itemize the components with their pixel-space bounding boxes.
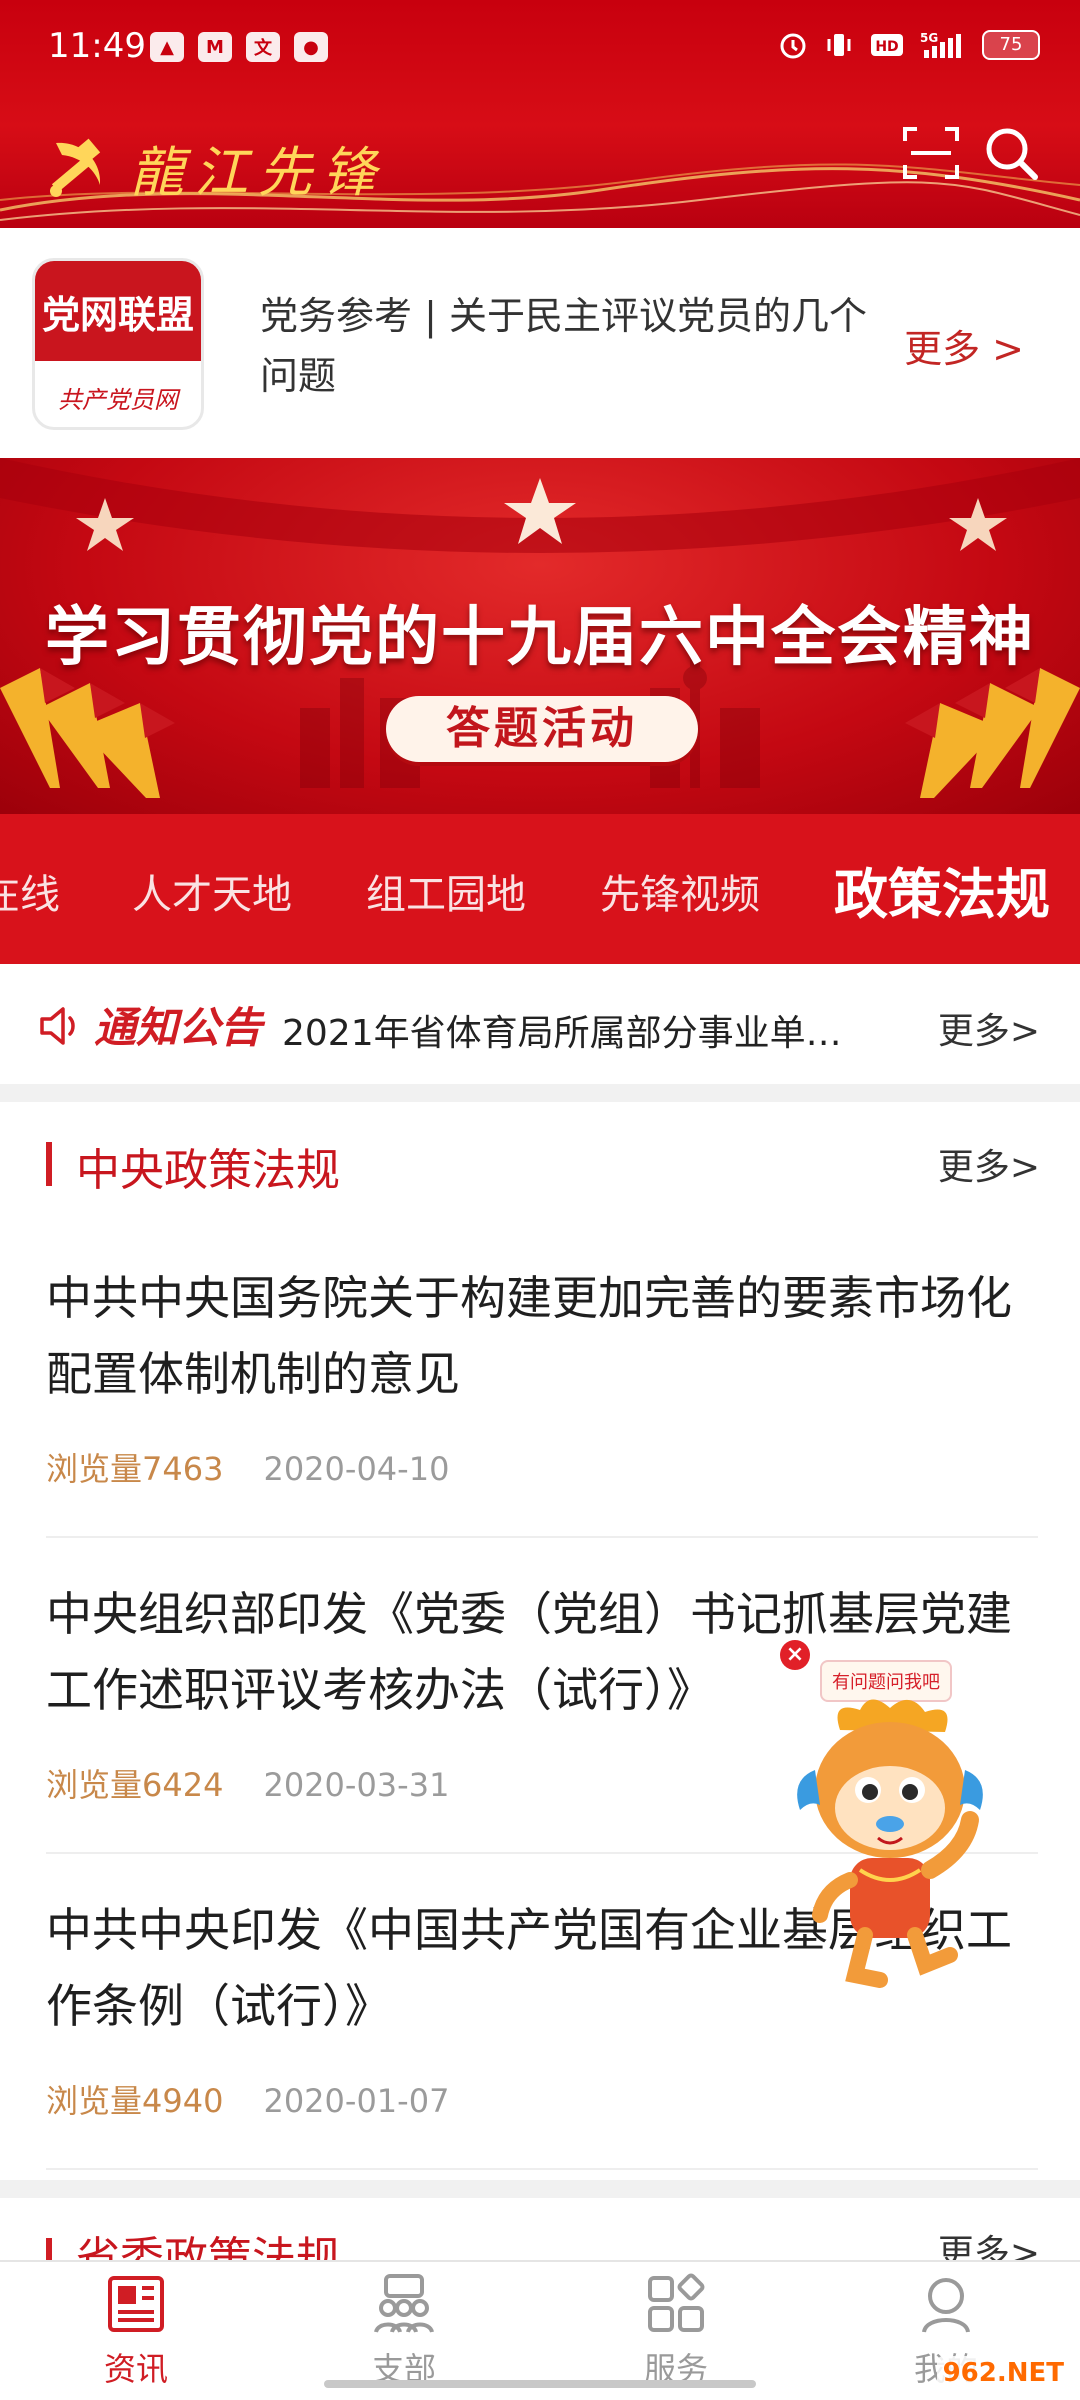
app-logo-text: 龍江先锋 xyxy=(130,141,386,204)
news-icon xyxy=(108,2276,164,2332)
dragon-mascot-icon xyxy=(797,1699,983,1988)
alarm-icon xyxy=(780,33,806,59)
scan-button[interactable] xyxy=(898,120,964,186)
section-accent-bar xyxy=(46,2238,52,2260)
notice-text[interactable]: 2021年省体育局所属部分事业单… xyxy=(282,1004,882,1056)
quiz-activity-button[interactable]: 答题活动 xyxy=(386,696,698,762)
article-date: 2020-04-10 xyxy=(263,1450,450,1488)
search-button[interactable] xyxy=(978,120,1044,186)
section-divider xyxy=(0,1084,1080,1102)
article-meta: 浏览量4940 2020-01-07 xyxy=(46,2076,449,2122)
article-views: 浏览量4940 xyxy=(46,2082,224,2120)
section-more-link[interactable]: 更多> xyxy=(938,1138,1040,1190)
notice-more-link[interactable]: 更多> xyxy=(938,1002,1040,1054)
notice-bar[interactable]: 通知公告 2021年省体育局所属部分事业单… 更多> xyxy=(0,964,1080,1084)
central-policy-section-header: 中央政策法规 更多> xyxy=(0,1102,1080,1222)
category-tab-bar: 在线 人才天地 组工园地 先锋视频 政策法规 xyxy=(0,814,1080,964)
section-accent-bar xyxy=(46,1142,52,1186)
notification-icons: ▲ M 文 ● xyxy=(150,32,328,62)
scan-icon xyxy=(903,127,959,179)
party-alliance-logo: 党网联盟 共产党员网 xyxy=(32,258,204,430)
article-date: 2020-01-07 xyxy=(263,2082,450,2120)
section-title: 省委政策法规 xyxy=(76,2233,340,2260)
metro-notification-icon: M xyxy=(198,32,232,62)
home-indicator[interactable] xyxy=(324,2380,756,2388)
svg-text:5G: 5G xyxy=(920,31,938,45)
nav-news[interactable]: 资讯 xyxy=(46,2272,226,2390)
gallery-notification-icon: ▲ xyxy=(150,32,184,62)
translate-notification-icon: 文 xyxy=(246,32,280,62)
nav-branch[interactable]: 支部 xyxy=(314,2272,494,2390)
article-views: 浏览量7463 xyxy=(46,1450,224,1488)
tab-pioneer-video[interactable]: 先锋视频 xyxy=(600,862,760,920)
article-title[interactable]: 中共中央国务院关于构建更加完善的要素市场化配置体制机制的意见 xyxy=(46,1260,1026,1412)
article-item[interactable]: 中共中央国务院关于构建更加完善的要素市场化配置体制机制的意见 浏览量7463 20… xyxy=(0,1222,1080,1538)
banner-title: 学习贯彻党的十九届六中全会精神 xyxy=(45,601,1035,675)
speaker-icon xyxy=(40,1007,75,1045)
tab-organization[interactable]: 组工园地 xyxy=(366,862,526,920)
notice-label: 通知公告 xyxy=(94,1003,263,1052)
featured-news-card[interactable]: 党网联盟 共产党员网 党务参考 | 关于民主评议党员的几个问题 更多 > xyxy=(0,228,1080,458)
article-meta: 浏览量7463 2020-04-10 xyxy=(46,1444,449,1490)
tab-talent[interactable]: 人才天地 xyxy=(132,862,292,920)
app-logo: 龍江先锋 xyxy=(42,128,386,207)
status-bar: 11:49 ▲ M 文 ● HD 5G 75 xyxy=(0,0,1080,96)
signal-5g-icon: 5G xyxy=(920,31,961,58)
article-date: 2020-03-31 xyxy=(263,1766,450,1804)
hammer-sickle-icon xyxy=(50,138,101,197)
mascot-close-button[interactable]: × xyxy=(780,1640,810,1670)
tab-online[interactable]: 在线 xyxy=(0,862,60,920)
branch-icon xyxy=(374,2274,434,2333)
system-status-icons: HD 5G 75 xyxy=(778,30,1040,60)
party-alliance-logo-subtitle: 共产党员网 xyxy=(58,385,178,414)
assistant-mascot[interactable]: × 有问题问我吧 xyxy=(780,1640,1000,2000)
hd-icon: HD xyxy=(871,34,903,56)
nav-news-label: 资讯 xyxy=(103,2350,168,2388)
section-divider xyxy=(0,2180,1080,2198)
vibrate-icon xyxy=(827,34,851,56)
status-time: 11:49 xyxy=(48,26,146,66)
promo-banner[interactable]: 学习贯彻党的十九届六中全会精神 答题活动 xyxy=(0,458,1080,814)
featured-news-more-link[interactable]: 更多 > xyxy=(904,318,1024,373)
section-more-link[interactable]: 更多> xyxy=(938,2224,1040,2260)
nav-service[interactable]: 服务 xyxy=(586,2272,766,2390)
message-notification-icon: ● xyxy=(294,32,328,62)
party-alliance-logo-title: 党网联盟 xyxy=(35,261,201,361)
featured-news-title[interactable]: 党务参考 | 关于民主评议党员的几个问题 xyxy=(260,286,880,406)
service-icon xyxy=(648,2273,705,2332)
search-icon xyxy=(986,128,1038,180)
tab-policy-regulations[interactable]: 政策法规 xyxy=(834,850,1050,929)
article-views: 浏览量6424 xyxy=(46,1766,224,1804)
user-icon xyxy=(922,2278,970,2333)
article-meta: 浏览量6424 2020-03-31 xyxy=(46,1760,449,1806)
bottom-navigation: 资讯 支部 服务 我的 962.NET xyxy=(0,2260,1080,2400)
battery-indicator: 75 xyxy=(982,30,1040,60)
article-divider xyxy=(46,2168,1038,2170)
section-title: 中央政策法规 xyxy=(76,1145,340,1196)
site-watermark: 962.NET xyxy=(936,2356,1070,2390)
provincial-policy-section-header: 省委政策法规 更多> xyxy=(0,2198,1080,2260)
svg-text:HD: HD xyxy=(875,39,898,55)
app-header: 11:49 ▲ M 文 ● HD 5G 75 龍江先锋 xyxy=(0,0,1080,228)
